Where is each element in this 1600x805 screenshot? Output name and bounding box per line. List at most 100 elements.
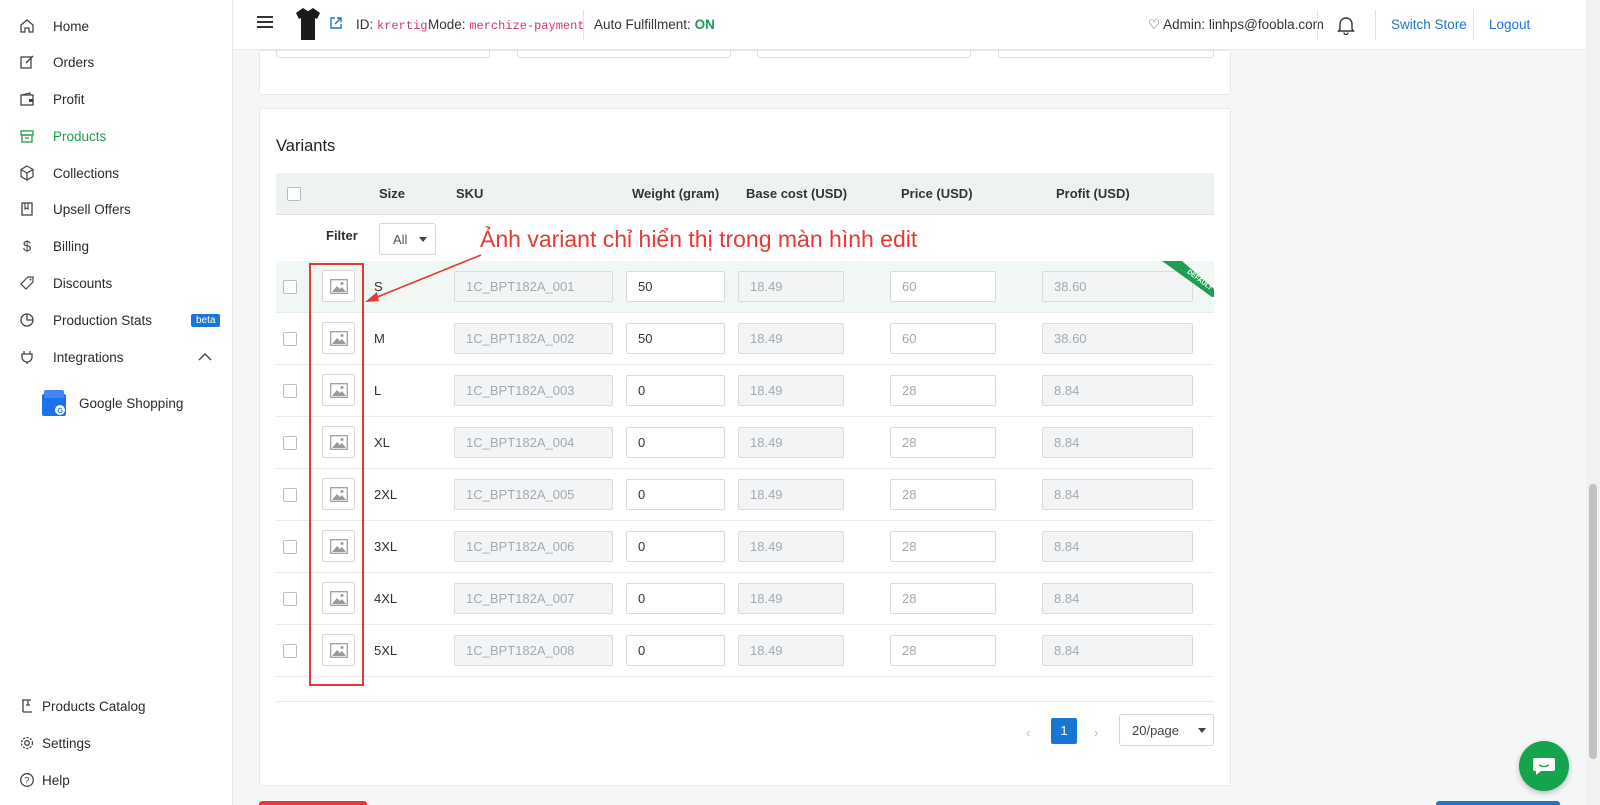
hamburger-menu-icon[interactable]	[257, 16, 273, 30]
base-cost-input[interactable]: 18.49	[738, 479, 844, 510]
sidebar-item-label: Upsell Offers	[53, 201, 131, 217]
box-icon	[19, 128, 35, 144]
row-checkbox[interactable]	[283, 436, 297, 450]
sidebar-item-settings[interactable]: Settings	[0, 727, 233, 759]
weight-input[interactable]: 50	[626, 323, 725, 354]
annotation-arrow	[365, 254, 482, 302]
select-all-checkbox[interactable]	[287, 187, 301, 201]
profit-input[interactable]: 8.84	[1042, 583, 1193, 614]
row-checkbox[interactable]	[283, 280, 297, 294]
sidebar-item-profit[interactable]: Profit	[0, 83, 233, 115]
page-size-value: 20/page	[1132, 723, 1179, 738]
sidebar-item-products-catalog[interactable]: Products Catalog	[0, 690, 233, 722]
caret-down-icon	[1198, 728, 1206, 733]
svg-text:?: ?	[24, 776, 29, 786]
notification-bell-icon[interactable]	[1337, 15, 1355, 38]
field-stub[interactable]	[517, 50, 731, 58]
sidebar-item-upsell-offers[interactable]: Upsell Offers	[0, 193, 233, 225]
price-input[interactable]: 28	[890, 531, 996, 562]
base-cost-input[interactable]: 18.49	[738, 635, 844, 666]
profit-input[interactable]: 8.84	[1042, 531, 1193, 562]
sku-input[interactable]: 1C_BPT182A_008	[454, 635, 613, 666]
sidebar-item-collections[interactable]: Collections	[0, 157, 233, 189]
base-cost-input[interactable]: 18.49	[738, 375, 844, 406]
base-cost-input[interactable]: 18.49	[738, 323, 844, 354]
price-input[interactable]: 60	[890, 271, 996, 302]
sidebar-item-label: Products Catalog	[42, 698, 146, 714]
save-button[interactable]	[1436, 801, 1560, 805]
row-checkbox[interactable]	[283, 488, 297, 502]
profit-input[interactable]: 8.84	[1042, 635, 1193, 666]
base-cost-input[interactable]: 18.49	[738, 427, 844, 458]
top-header: ID: krertig Mode: merchize-payment Auto …	[233, 0, 1600, 50]
cube-icon	[19, 165, 35, 181]
field-stub[interactable]	[276, 50, 490, 58]
price-input[interactable]: 28	[890, 635, 996, 666]
column-header-weight: Weight (gram)	[632, 186, 720, 201]
row-checkbox[interactable]	[283, 332, 297, 346]
price-input[interactable]: 28	[890, 375, 996, 406]
profit-input[interactable]: 8.84	[1042, 375, 1193, 406]
switch-store-link[interactable]: Switch Store	[1391, 17, 1467, 32]
external-link-icon[interactable]	[329, 16, 343, 33]
weight-input[interactable]: 0	[626, 635, 725, 666]
variant-row: 2XL 1C_BPT182A_005 0 18.49 28 8.84	[276, 469, 1214, 521]
price-input[interactable]: 60	[890, 323, 996, 354]
book-icon	[19, 201, 35, 217]
chevron-up-icon[interactable]	[198, 350, 212, 365]
base-cost-input[interactable]: 18.49	[738, 583, 844, 614]
sidebar-item-billing[interactable]: $ Billing	[0, 230, 233, 262]
scroll-thumb[interactable]	[1589, 484, 1597, 759]
sidebar-item-help[interactable]: ? Help	[0, 764, 233, 796]
sidebar-item-label: Products	[53, 128, 107, 144]
weight-input[interactable]: 0	[626, 375, 725, 406]
page-scrollbar[interactable]	[1586, 0, 1600, 805]
column-header-sku: SKU	[456, 186, 484, 201]
prev-page-button[interactable]: ‹	[1026, 725, 1030, 740]
sidebar-item-orders[interactable]: Orders	[0, 46, 233, 78]
price-input[interactable]: 28	[890, 583, 996, 614]
sidebar-item-products[interactable]: Products	[0, 120, 233, 152]
sidebar-item-label: Home	[53, 18, 90, 34]
sku-input[interactable]: 1C_BPT182A_005	[454, 479, 613, 510]
sidebar-item-label: Billing	[53, 238, 90, 254]
sidebar-item-label: Discounts	[53, 275, 113, 291]
sku-input[interactable]: 1C_BPT182A_002	[454, 323, 613, 354]
sku-input[interactable]: 1C_BPT182A_003	[454, 375, 613, 406]
sku-input[interactable]: 1C_BPT182A_007	[454, 583, 613, 614]
weight-input[interactable]: 50	[626, 271, 725, 302]
page-size-select[interactable]: 20/page	[1119, 714, 1214, 746]
weight-input[interactable]: 0	[626, 427, 725, 458]
plug-icon	[19, 349, 35, 365]
weight-input[interactable]: 0	[626, 479, 725, 510]
price-input[interactable]: 28	[890, 427, 996, 458]
variants-card: Variants Size SKU Weight (gram) Base cos…	[259, 108, 1231, 786]
sku-input[interactable]: 1C_BPT182A_004	[454, 427, 613, 458]
weight-input[interactable]: 0	[626, 583, 725, 614]
sku-input[interactable]: 1C_BPT182A_006	[454, 531, 613, 562]
price-input[interactable]: 28	[890, 479, 996, 510]
sidebar-item-integrations[interactable]: Integrations	[0, 341, 233, 373]
sidebar-item-discounts[interactable]: Discounts	[0, 267, 233, 299]
profit-input[interactable]: 8.84	[1042, 427, 1193, 458]
base-cost-input[interactable]: 18.49	[738, 271, 844, 302]
next-page-button[interactable]: ›	[1094, 725, 1098, 740]
row-checkbox[interactable]	[283, 644, 297, 658]
row-checkbox[interactable]	[283, 592, 297, 606]
profit-input[interactable]: 8.84	[1042, 479, 1193, 510]
weight-input[interactable]: 0	[626, 531, 725, 562]
row-checkbox[interactable]	[283, 540, 297, 554]
base-cost-input[interactable]: 18.49	[738, 531, 844, 562]
delete-button[interactable]	[259, 801, 367, 805]
logout-link[interactable]: Logout	[1489, 17, 1530, 32]
variants-title: Variants	[276, 137, 336, 155]
profit-input[interactable]: 38.60	[1042, 323, 1193, 354]
field-stub[interactable]	[998, 50, 1214, 58]
sidebar-item-production-stats[interactable]: Production Stats beta	[0, 304, 233, 336]
page-1-button[interactable]: 1	[1051, 718, 1077, 744]
chat-button[interactable]	[1519, 741, 1569, 791]
sidebar-item-google-shopping[interactable]: G Google Shopping	[0, 387, 233, 419]
sidebar-item-home[interactable]: Home	[0, 10, 233, 42]
field-stub[interactable]	[757, 50, 971, 58]
row-checkbox[interactable]	[283, 384, 297, 398]
